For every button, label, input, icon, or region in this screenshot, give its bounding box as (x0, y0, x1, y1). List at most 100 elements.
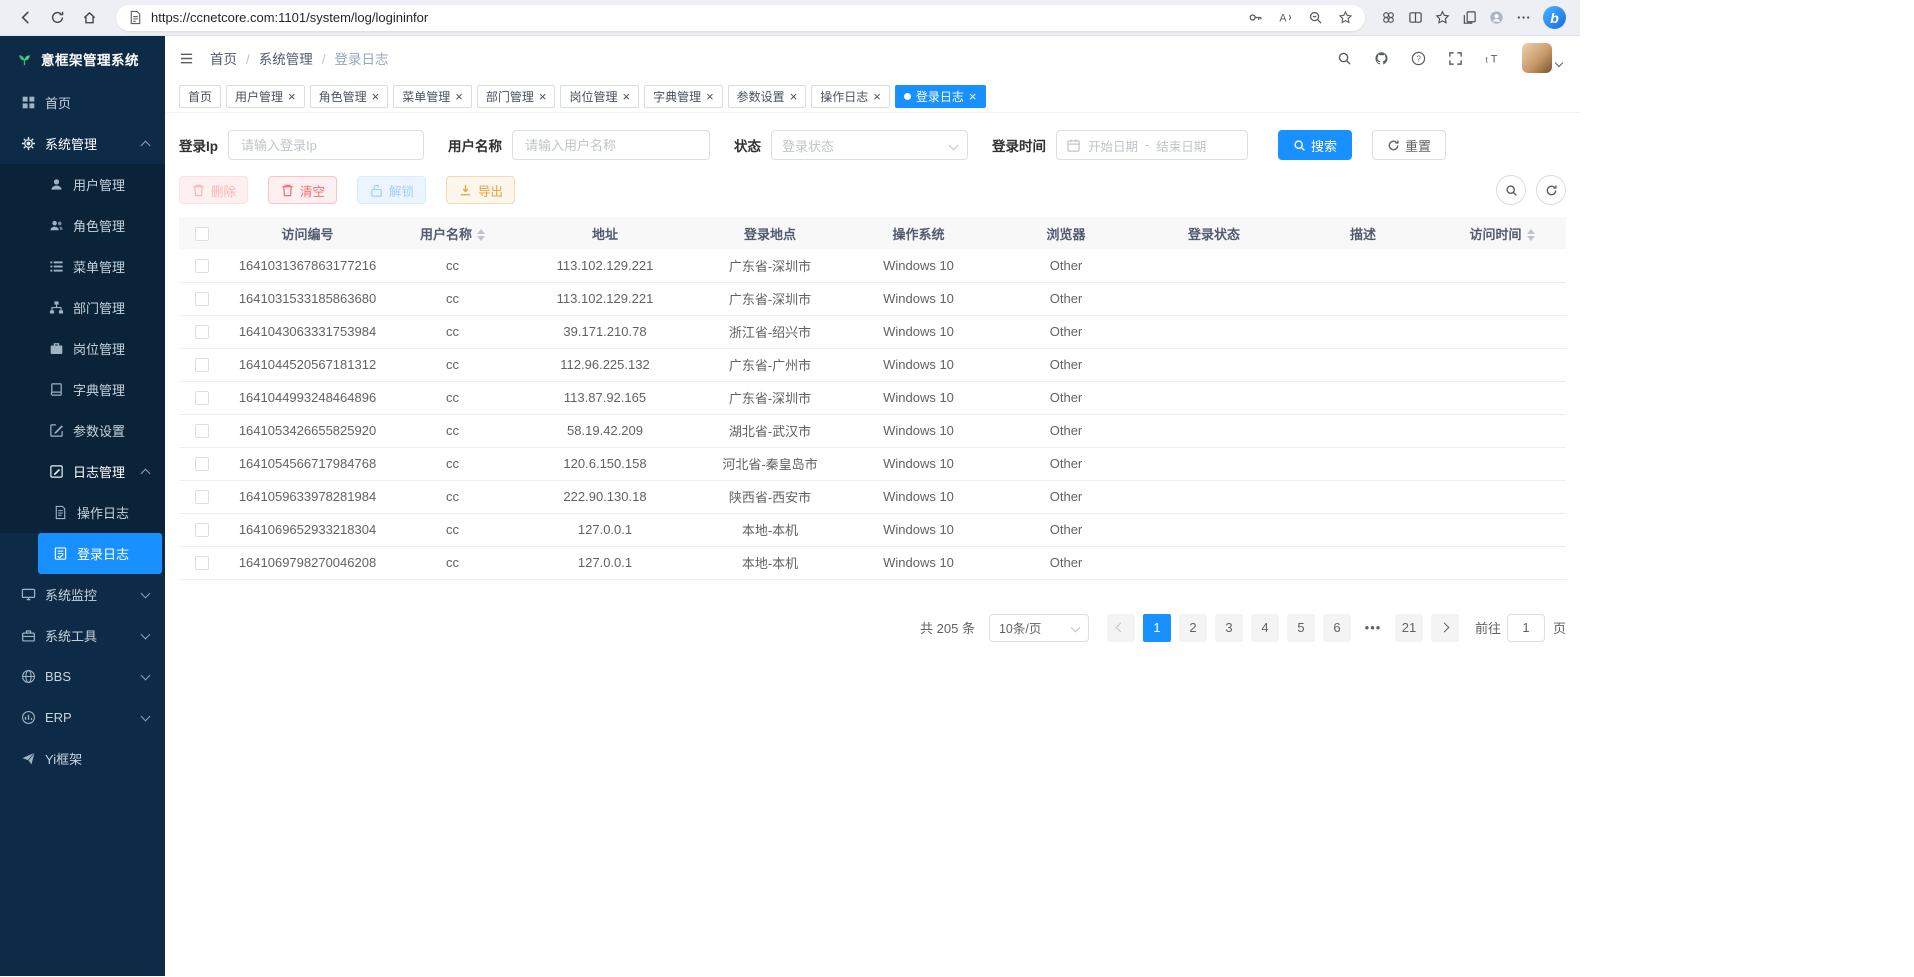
help-icon[interactable]: ? (1411, 51, 1426, 66)
tab-oper-log[interactable]: 操作日志 (811, 85, 890, 108)
sidebar-item-system-tools[interactable]: 系统工具 (0, 615, 165, 656)
page-button-2[interactable]: 2 (1179, 614, 1207, 642)
next-page-button[interactable] (1431, 614, 1459, 642)
font-size-icon[interactable]: tT (1485, 51, 1500, 66)
tab-close-icon[interactable] (372, 90, 380, 103)
tab-login-log[interactable]: 登录日志 (895, 85, 986, 108)
tab-close-icon[interactable] (873, 90, 881, 103)
row-checkbox[interactable] (195, 490, 209, 504)
col-visit-time[interactable]: 访问时间 (1438, 217, 1566, 249)
toggle-search-button[interactable] (1496, 175, 1526, 205)
browser-menu-icon[interactable] (1516, 10, 1531, 25)
row-checkbox[interactable] (195, 292, 209, 306)
row-checkbox[interactable] (195, 457, 209, 471)
table-row[interactable]: 1641044993248464896 cc 113.87.92.165 广东省… (179, 381, 1566, 414)
row-checkbox[interactable] (195, 424, 209, 438)
reset-button[interactable]: 重置 (1372, 130, 1446, 160)
sidebar-item-post-mgmt[interactable]: 岗位管理 (0, 328, 165, 369)
refresh-table-button[interactable] (1536, 175, 1566, 205)
sidebar-item-system-mgmt[interactable]: 系统管理 (0, 123, 165, 164)
search-button[interactable]: 搜索 (1278, 130, 1352, 160)
table-row[interactable]: 1641059633978281984 cc 222.90.130.18 陕西省… (179, 480, 1566, 513)
favorites-add-icon[interactable] (1338, 10, 1353, 25)
password-key-icon[interactable] (1248, 10, 1263, 25)
page-button-4[interactable]: 4 (1251, 614, 1279, 642)
address-bar[interactable]: https://ccnetcore.com:1101/system/log/lo… (116, 5, 1365, 31)
sidebar-item-oper-log[interactable]: 操作日志 (0, 492, 165, 533)
tab-dept-mgmt[interactable]: 部门管理 (477, 85, 556, 108)
sidebar-item-erp[interactable]: ERP (0, 697, 165, 738)
fullscreen-icon[interactable] (1448, 51, 1463, 66)
table-row[interactable]: 1641044520567181312 cc 112.96.225.132 广东… (179, 348, 1566, 381)
browser-refresh-button[interactable] (42, 4, 72, 32)
unlock-button[interactable]: 解锁 (357, 176, 426, 204)
row-checkbox[interactable] (195, 259, 209, 273)
tab-param-settings[interactable]: 参数设置 (728, 85, 807, 108)
tab-dict-mgmt[interactable]: 字典管理 (644, 85, 723, 108)
export-button[interactable]: 导出 (446, 176, 515, 204)
table-row[interactable]: 1641069798270046208 cc 127.0.0.1 本地-本机 W… (179, 546, 1566, 579)
col-user-name[interactable]: 用户名称 (390, 217, 515, 249)
row-checkbox[interactable] (195, 325, 209, 339)
row-checkbox[interactable] (195, 391, 209, 405)
table-row[interactable]: 1641069652933218304 cc 127.0.0.1 本地-本机 W… (179, 513, 1566, 546)
tab-close-icon[interactable] (706, 90, 714, 103)
sidebar-item-user-mgmt[interactable]: 用户管理 (0, 164, 165, 205)
tab-close-icon[interactable] (790, 90, 798, 103)
sidebar-item-yi-framework[interactable]: Yi框架 (0, 738, 165, 779)
goto-page-input[interactable] (1507, 614, 1545, 642)
page-button-6[interactable]: 6 (1323, 614, 1351, 642)
browser-back-button[interactable] (10, 4, 40, 32)
search-icon[interactable] (1337, 51, 1352, 66)
status-select[interactable]: 登录状态 (771, 130, 968, 160)
breadcrumb-login-log[interactable]: 登录日志 (335, 48, 389, 68)
tab-user-mgmt[interactable]: 用户管理 (226, 85, 305, 108)
split-screen-icon[interactable] (1408, 10, 1423, 25)
page-button-5[interactable]: 5 (1287, 614, 1315, 642)
tab-close-icon[interactable] (622, 90, 630, 103)
sidebar-item-dept-mgmt[interactable]: 部门管理 (0, 287, 165, 328)
browser-home-button[interactable] (74, 4, 104, 32)
row-checkbox[interactable] (195, 556, 209, 570)
user-avatar[interactable] (1522, 43, 1552, 73)
more-pages-button[interactable]: ••• (1359, 614, 1387, 642)
tab-close-icon[interactable] (288, 90, 296, 103)
delete-button[interactable]: 删除 (179, 176, 248, 204)
sidebar-item-home[interactable]: 首页 (0, 82, 165, 123)
sidebar-item-system-monitor[interactable]: 系统监控 (0, 574, 165, 615)
sidebar-item-login-log[interactable]: 登录日志 (38, 533, 162, 574)
user-menu[interactable] (1522, 43, 1562, 73)
favorites-icon[interactable] (1435, 10, 1450, 25)
table-row[interactable]: 1641053426655825920 cc 58.19.42.209 湖北省-… (179, 414, 1566, 447)
table-row[interactable]: 1641031533185863680 cc 113.102.129.221 广… (179, 282, 1566, 315)
row-checkbox[interactable] (195, 358, 209, 372)
site-info-icon[interactable] (128, 10, 143, 25)
tab-home[interactable]: 首页 (179, 85, 221, 108)
sidebar-item-param-settings[interactable]: 参数设置 (0, 410, 165, 451)
table-row[interactable]: 1641043063331753984 cc 39.171.210.78 浙江省… (179, 315, 1566, 348)
sort-icon[interactable] (477, 229, 485, 241)
page-button-21[interactable]: 21 (1395, 614, 1423, 642)
read-aloud-icon[interactable]: A (1278, 10, 1293, 25)
tab-close-icon[interactable] (969, 90, 977, 103)
github-icon[interactable] (1374, 51, 1389, 66)
table-row[interactable]: 1641054566717984768 cc 120.6.150.158 河北省… (179, 447, 1566, 480)
breadcrumb-system-mgmt[interactable]: 系统管理 (259, 48, 335, 68)
collections-icon[interactable] (1462, 10, 1477, 25)
tab-close-icon[interactable] (455, 90, 463, 103)
sidebar-item-dict-mgmt[interactable]: 字典管理 (0, 369, 165, 410)
sidebar-item-bbs[interactable]: BBS (0, 656, 165, 697)
breadcrumb-home[interactable]: 首页 (210, 48, 259, 68)
user-name-input[interactable] (512, 130, 710, 160)
tab-post-mgmt[interactable]: 岗位管理 (560, 85, 639, 108)
sidebar-item-menu-mgmt[interactable]: 菜单管理 (0, 246, 165, 287)
page-size-select[interactable]: 10条/页 (989, 614, 1089, 642)
page-button-3[interactable]: 3 (1215, 614, 1243, 642)
tab-menu-mgmt[interactable]: 菜单管理 (393, 85, 472, 108)
prev-page-button[interactable] (1107, 614, 1135, 642)
login-time-range-picker[interactable]: 开始日期 - 结束日期 (1056, 130, 1248, 160)
select-all-checkbox[interactable] (195, 227, 209, 241)
url-text[interactable]: https://ccnetcore.com:1101/system/log/lo… (151, 10, 428, 25)
clear-button[interactable]: 清空 (268, 176, 337, 204)
bing-chat-icon[interactable]: b (1543, 6, 1566, 29)
